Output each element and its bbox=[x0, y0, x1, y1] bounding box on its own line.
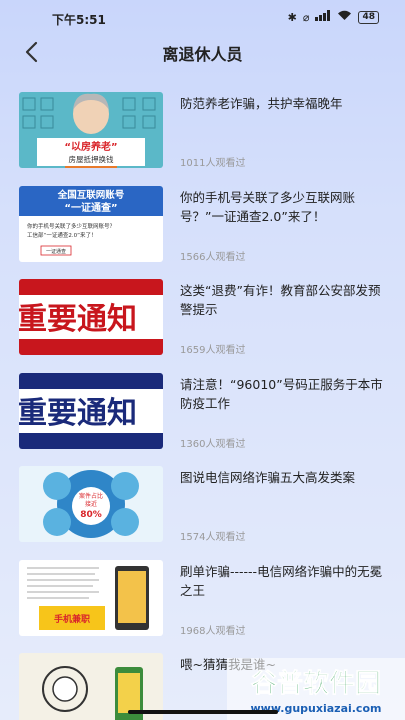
view-count: 1574人观看过 bbox=[180, 532, 246, 543]
thumb-text: 接近 bbox=[85, 500, 97, 508]
article-thumbnail: 重要通知 bbox=[19, 372, 163, 449]
article-title: 你的手机号关联了多少互联网账号？”一证通查2.0”来了！ bbox=[180, 189, 356, 224]
view-count: 1360人观看过 bbox=[180, 438, 246, 450]
article-thumbnail: 重要通知 bbox=[19, 279, 163, 355]
thumb-text: “以房养老” bbox=[64, 140, 117, 153]
article-title: 请注意！“96010”号码正服务于本市防疫工作 bbox=[180, 376, 383, 411]
status-time: 下午5:51 bbox=[52, 13, 106, 27]
article-thumbnail: “以房养老” 房屋抵押换钱 bbox=[19, 92, 163, 168]
article-title: 刷单诈骗------电信网络诈骗中的无冕之王 bbox=[180, 563, 383, 598]
thumb-text: 案件占比 bbox=[79, 492, 103, 500]
status-icons: ✱ ⌀ 48 bbox=[288, 10, 379, 24]
article-title: 这类“退费”有诈！教育部公安部发预警提示 bbox=[180, 283, 381, 317]
view-count: 1968人观看过 bbox=[180, 625, 246, 637]
article-thumbnail: 全国互联网账号 “一证通查” 你的手机号关联了多少互联网账号？ 工信部“一证通查… bbox=[19, 185, 163, 262]
battery-icon: 48 bbox=[358, 10, 379, 24]
list-item[interactable]: 案件占比 接近 80% 图说电信网络诈骗五大高发类案 1574人观看过 bbox=[0, 464, 405, 558]
signal-icon bbox=[315, 10, 331, 24]
article-thumbnail: 手机兼职 bbox=[19, 559, 163, 636]
article-thumbnail: 案件占比 接近 80% bbox=[19, 466, 163, 542]
view-count: 1011人观看过 bbox=[180, 158, 246, 169]
article-list: “以房养老” 房屋抵押换钱 防范养老诈骗，共护幸福晚年 1011人观看过 全国互… bbox=[0, 90, 405, 720]
article-title: 防范养老诈骗，共护幸福晚年 bbox=[180, 96, 343, 111]
list-item[interactable]: 重要通知 这类“退费”有诈！教育部公安部发预警提示 1659人观看过 bbox=[0, 277, 405, 371]
thumb-text: 一证通查 bbox=[46, 248, 66, 255]
mute-icon: ⌀ bbox=[302, 10, 310, 24]
status-bar: 下午5:51 ✱ ⌀ 48 bbox=[0, 0, 405, 34]
view-count: 1566人观看过 bbox=[180, 251, 246, 263]
thumb-text: 工信部“一证通查2.0”来了！ bbox=[27, 231, 96, 239]
thumb-text: 房屋抵押换钱 bbox=[69, 154, 114, 164]
thumb-text: 重要通知 bbox=[19, 302, 137, 337]
article-title: 图说电信网络诈骗五大高发类案 bbox=[180, 470, 356, 485]
thumb-text: 80% bbox=[80, 510, 102, 520]
thumb-text: 你的手机号关联了多少互联网账号？ bbox=[27, 222, 115, 230]
list-item[interactable]: 手机兼职 刷单诈骗------电信网络诈骗中的无冕之王 1968人观看过 bbox=[0, 558, 405, 652]
list-item[interactable]: 重要通知 请注意！“96010”号码正服务于本市防疫工作 1360人观看过 bbox=[0, 371, 405, 465]
thumb-text: 手机兼职 bbox=[54, 613, 90, 625]
list-item[interactable]: “以房养老” 房屋抵押换钱 防范养老诈骗，共护幸福晚年 1011人观看过 bbox=[0, 90, 405, 184]
app-header: 离退休人员 bbox=[0, 34, 405, 70]
thumb-text: 重要通知 bbox=[19, 396, 137, 431]
thumb-text: 全国互联网账号 bbox=[57, 189, 125, 201]
home-indicator[interactable] bbox=[128, 710, 278, 714]
page-title: 离退休人员 bbox=[162, 45, 243, 64]
thumb-text: “一证通查” bbox=[64, 201, 117, 214]
bluetooth-icon: ✱ bbox=[287, 10, 297, 24]
wifi-icon bbox=[337, 10, 352, 24]
svg-text:谷普软件园: 谷普软件园 bbox=[251, 668, 381, 699]
list-item[interactable]: 全国互联网账号 “一证通查” 你的手机号关联了多少互联网账号？ 工信部“一证通查… bbox=[0, 184, 405, 278]
view-count: 1659人观看过 bbox=[180, 345, 246, 356]
